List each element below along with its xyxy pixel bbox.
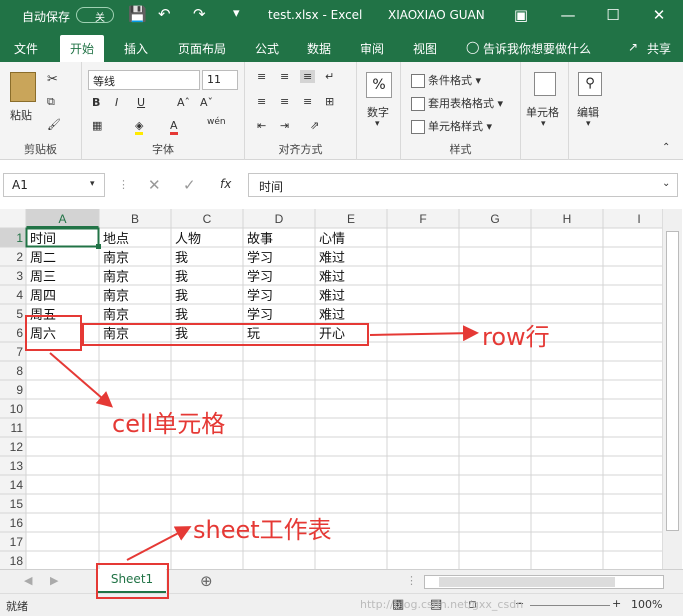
- annotation-arrows: [49, 325, 479, 561]
- annotation-cell: cell单元格: [112, 410, 226, 438]
- annotation-sheet: sheet工作表: [193, 516, 332, 544]
- annotation-row: row行: [482, 323, 550, 351]
